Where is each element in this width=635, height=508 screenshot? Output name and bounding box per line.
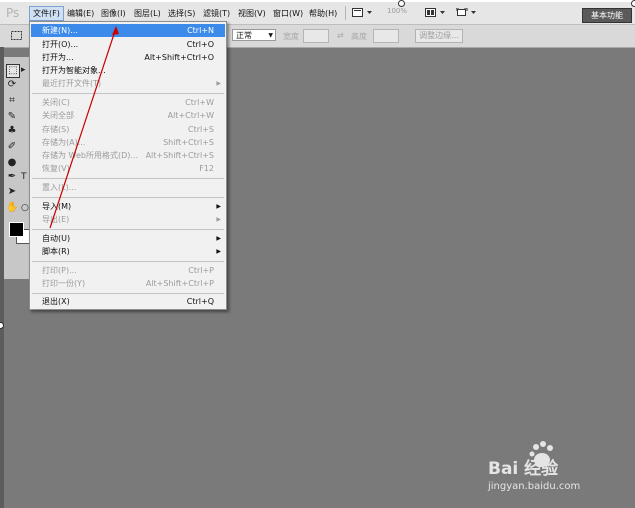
annotation-arrow — [49, 26, 119, 229]
watermark-url: jingyan.baidu.com — [488, 481, 581, 492]
selection-handle — [631, 0, 635, 7]
selection-handle — [398, 0, 405, 7]
photoshop-window: Ps 文件(F) 编辑(E) 图像(I) 图层(L) 选择(S) 滤镜(T) 视… — [0, 2, 635, 508]
watermark-logo: Bai 经验 — [488, 459, 559, 479]
